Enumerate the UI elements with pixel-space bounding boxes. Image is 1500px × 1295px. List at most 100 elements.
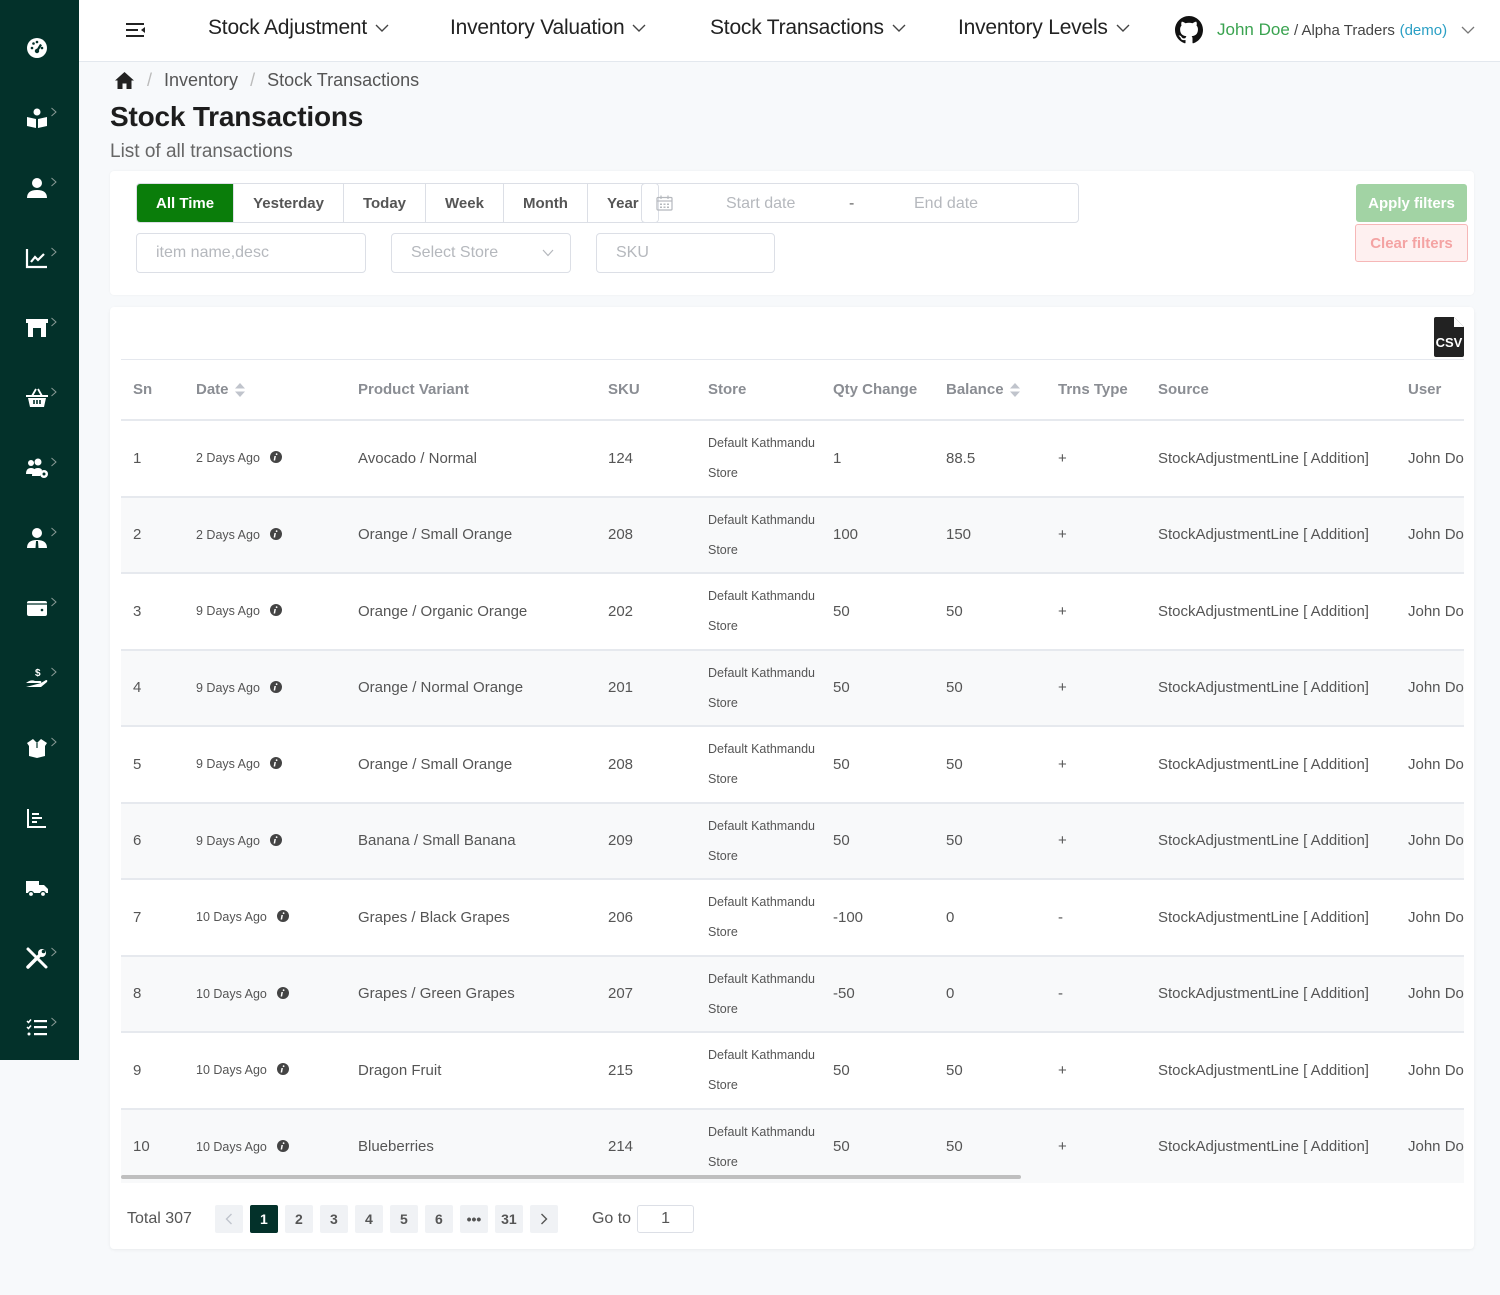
cell-source: StockAdjustmentLine [ Addition]	[1146, 955, 1396, 1033]
csv-export-button[interactable]: CSV	[1434, 317, 1464, 357]
clear-filters-button[interactable]: Clear filters	[1355, 224, 1468, 262]
end-date-input[interactable]: End date	[914, 195, 978, 213]
nav-inventory-levels[interactable]: Inventory Levels	[958, 16, 1130, 40]
sidebar-item-tasks[interactable]	[22, 1013, 57, 1043]
date-text: 9 Days Ago	[196, 757, 260, 772]
github-icon[interactable]	[1175, 16, 1203, 44]
basket-icon	[26, 388, 48, 407]
column-header-source: Source	[1146, 360, 1396, 421]
info-icon[interactable]	[276, 1139, 289, 1152]
cell-balance: 50	[934, 649, 1046, 727]
sku-input[interactable]	[596, 233, 775, 273]
sidebar-item-stores[interactable]	[22, 313, 57, 343]
filter-panel: All Time Yesterday Today Week Month Year Star…	[110, 171, 1474, 295]
period-week-button[interactable]: Week	[426, 184, 504, 222]
nav-label: Stock Transactions	[710, 16, 884, 39]
cell-sku: 202	[596, 573, 696, 651]
cell-source: StockAdjustmentLine [ Addition]	[1146, 726, 1396, 804]
cell-balance: 50	[934, 802, 1046, 880]
sort-icon[interactable]	[234, 383, 245, 398]
page-button[interactable]: 1	[249, 1205, 278, 1233]
cell-qty: 50	[821, 573, 934, 651]
sidebar-item-wallet[interactable]	[22, 593, 57, 623]
sidebar-item-staff[interactable]	[22, 523, 57, 553]
top-bar: Stock Adjustment Inventory Valuation Sto…	[79, 0, 1500, 62]
nav-stock-transactions[interactable]: Stock Transactions	[710, 16, 906, 40]
goto-page-input[interactable]	[637, 1205, 695, 1233]
cell-source: StockAdjustmentLine [ Addition]	[1146, 420, 1396, 498]
period-yesterday-button[interactable]: Yesterday	[234, 184, 344, 222]
sidebar-item-catalog[interactable]	[22, 103, 57, 133]
info-icon[interactable]	[269, 451, 282, 464]
page-button[interactable]: 5	[389, 1205, 418, 1233]
hand-dollar-icon: $	[26, 668, 48, 687]
sidebar-item-dashboard[interactable]	[22, 33, 52, 63]
horizontal-scrollbar[interactable]	[121, 1175, 1021, 1179]
info-icon[interactable]	[269, 833, 282, 846]
apply-filters-button[interactable]: Apply filters	[1356, 184, 1467, 222]
sidebar-item-payments[interactable]: $	[22, 663, 57, 693]
table-row: 5 9 Days Ago Orange / Small Orange 208 Defau…	[121, 726, 1464, 804]
page-button[interactable]: 2	[284, 1205, 313, 1233]
store-select[interactable]: Select Store	[391, 233, 571, 273]
page-button[interactable]: 4	[354, 1205, 383, 1233]
cell-sku: 124	[596, 420, 696, 498]
table-row: 9 10 Days Ago Dragon Fruit 215 Default Kathm…	[121, 1032, 1464, 1110]
info-icon[interactable]	[269, 604, 282, 617]
info-icon[interactable]	[276, 1063, 289, 1076]
nav-inventory-valuation[interactable]: Inventory Valuation	[450, 16, 646, 40]
home-icon[interactable]	[114, 71, 135, 90]
cell-date: 9 Days Ago	[184, 649, 346, 727]
menu-toggle-icon[interactable]	[125, 21, 147, 41]
cell-type: +	[1046, 420, 1146, 498]
item-search-input[interactable]	[136, 233, 366, 273]
column-header-date[interactable]: Date	[184, 360, 346, 421]
nav-stock-adjustment[interactable]: Stock Adjustment	[208, 16, 389, 40]
column-header-balance[interactable]: Balance	[934, 360, 1046, 421]
info-icon[interactable]	[276, 910, 289, 923]
cell-variant: Orange / Small Orange	[346, 726, 596, 804]
prev-page-button[interactable]	[214, 1205, 243, 1233]
page-button[interactable]: 3	[319, 1205, 348, 1233]
chevron-right-icon	[51, 597, 57, 607]
period-today-button[interactable]: Today	[343, 184, 427, 222]
info-icon[interactable]	[276, 986, 289, 999]
period-all-time-button[interactable]: All Time	[137, 184, 235, 222]
sidebar-item-analytics[interactable]	[22, 243, 57, 273]
user-label[interactable]: John Doe / Alpha Traders (demo)	[1217, 20, 1447, 40]
breadcrumb: / Inventory / Stock Transactions	[114, 70, 419, 91]
start-date-input[interactable]: Start date	[726, 195, 795, 213]
info-icon[interactable]	[269, 680, 282, 693]
sidebar-item-user-groups[interactable]	[22, 453, 57, 483]
cell-store: Default Kathmandu Store	[696, 649, 821, 727]
more-pages-button[interactable]: •••	[459, 1205, 488, 1233]
info-icon[interactable]	[269, 527, 282, 540]
date-range-picker[interactable]: Start date - End date	[641, 183, 1079, 223]
cell-store: Default Kathmandu Store	[696, 726, 821, 804]
period-month-button[interactable]: Month	[503, 184, 588, 222]
page-title: Stock Transactions	[110, 101, 364, 132]
sidebar-item-users[interactable]	[22, 173, 57, 203]
next-page-button[interactable]	[529, 1205, 558, 1233]
sort-icon[interactable]	[1009, 383, 1020, 398]
user-menu[interactable]: John Doe / Alpha Traders (demo)	[1175, 16, 1475, 44]
cell-sku: 208	[596, 726, 696, 804]
column-label: Trns Type	[1058, 381, 1128, 398]
breadcrumb-inventory[interactable]: Inventory	[164, 70, 238, 91]
sidebar-item-tools[interactable]	[22, 943, 57, 973]
cell-qty: 50	[821, 802, 934, 880]
cell-source: StockAdjustmentLine [ Addition]	[1146, 1108, 1396, 1183]
sidebar-item-purchases[interactable]	[22, 383, 57, 413]
sidebar-item-reports[interactable]	[22, 803, 52, 833]
organization-name: Alpha Traders	[1301, 22, 1395, 39]
info-icon[interactable]	[269, 757, 282, 770]
cell-source: StockAdjustmentLine [ Addition]	[1146, 802, 1396, 880]
chevron-down-icon	[542, 249, 554, 257]
sidebar-item-inventory[interactable]	[22, 733, 57, 763]
cell-source: StockAdjustmentLine [ Addition]	[1146, 649, 1396, 727]
page-button[interactable]: 6	[424, 1205, 453, 1233]
table-row: 8 10 Days Ago Grapes / Green Grapes 207 Defa…	[121, 955, 1464, 1033]
sidebar-item-delivery[interactable]	[22, 873, 52, 903]
page-button[interactable]: 31	[494, 1205, 523, 1233]
table-row: 3 9 Days Ago Orange / Organic Orange 202 Def…	[121, 573, 1464, 651]
